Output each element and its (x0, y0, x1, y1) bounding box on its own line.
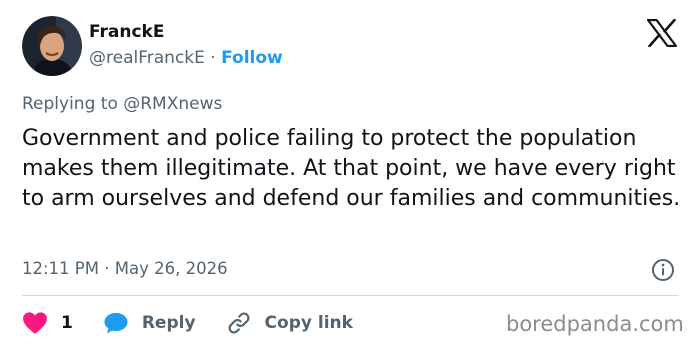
tweet-timestamp[interactable]: 12:11 PM · May 26, 2026 (22, 259, 228, 278)
like-count: 1 (61, 313, 73, 333)
heart-icon (22, 311, 48, 335)
author-handle[interactable]: @realFranckE (89, 48, 205, 68)
info-icon[interactable] (651, 258, 675, 282)
watermark: boredpanda.com (506, 312, 684, 336)
reply-bubble-icon (103, 311, 129, 335)
author-name[interactable]: FranckE (89, 22, 164, 42)
separator: · (210, 48, 216, 68)
timestamp-separator: · (104, 259, 110, 278)
reply-button[interactable]: Reply (103, 311, 196, 335)
like-button[interactable]: 1 (22, 311, 73, 335)
author-handle-line: @realFranckE · Follow (89, 48, 283, 68)
copy-link-label: Copy link (264, 313, 353, 333)
link-icon (226, 310, 252, 336)
tweet-date: May 26, 2026 (114, 259, 228, 278)
avatar[interactable] (22, 16, 82, 76)
reply-context[interactable]: Replying to @RMXnews (22, 94, 222, 114)
x-logo-icon[interactable] (646, 18, 678, 48)
action-bar: 1 Reply Copy link (22, 308, 353, 338)
copy-link-button[interactable]: Copy link (226, 310, 353, 336)
tweet-text: Government and police failing to protect… (22, 126, 681, 211)
tweet-time: 12:11 PM (22, 259, 99, 278)
follow-button[interactable]: Follow (221, 48, 283, 68)
reply-label: Reply (141, 313, 196, 333)
divider (22, 295, 679, 296)
